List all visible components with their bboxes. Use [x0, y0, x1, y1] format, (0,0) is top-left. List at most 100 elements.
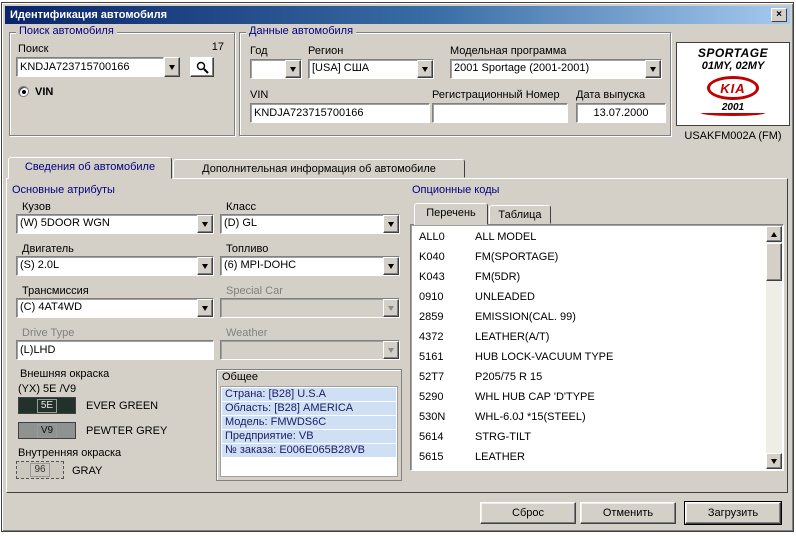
release-date-input[interactable] — [576, 103, 666, 123]
engine-label: Двигатель — [22, 243, 74, 255]
interior-paint-label: Внутренняя окраска — [18, 447, 121, 459]
option-row[interactable]: 52T7P205/75 R 15 — [413, 367, 765, 387]
engine-combobox[interactable]: (S) 2.0L — [16, 256, 214, 276]
class-combobox[interactable]: (D) GL — [220, 214, 400, 234]
cancel-button[interactable]: Отменить — [580, 502, 676, 524]
option-row[interactable]: 5161HUB LOCK-VACUUM TYPE — [413, 347, 765, 367]
chevron-down-icon[interactable] — [383, 257, 399, 275]
region-label: Регион — [308, 45, 343, 57]
general-info-item: Модель: FMWDS6C — [222, 416, 396, 429]
tab-additional-info[interactable]: Дополнительная информация об автомобиле — [173, 159, 465, 178]
reg-number-input[interactable] — [432, 103, 568, 123]
option-rows: ALL0ALL MODEL K040FM(SPORTAGE) K043FM(5D… — [413, 227, 765, 469]
vehicle-data-group-title: Данные автомобиля — [246, 25, 356, 37]
search-history-dropdown-button[interactable] — [164, 57, 180, 77]
chevron-down-icon — [771, 459, 777, 464]
general-info-item: Страна: [B28] U.S.A — [222, 388, 396, 401]
class-label: Класс — [226, 201, 256, 213]
fuel-label: Топливо — [226, 243, 268, 255]
year-combobox[interactable] — [250, 59, 302, 79]
chevron-up-icon — [771, 232, 777, 237]
search-button[interactable] — [190, 57, 214, 77]
scroll-up-button[interactable] — [766, 226, 782, 242]
fuel-combobox[interactable]: (6) MPI-DOHC — [220, 256, 400, 276]
tab-vehicle-info[interactable]: Сведения об автомобиле — [8, 157, 172, 179]
chevron-down-icon[interactable] — [417, 60, 433, 78]
reset-button[interactable]: Сброс — [480, 502, 576, 524]
chevron-down-icon[interactable] — [197, 215, 213, 233]
model-program-combobox[interactable]: 2001 Sportage (2001-2001) — [450, 59, 662, 79]
option-row[interactable]: 4372LEATHER(A/T) — [413, 327, 765, 347]
chevron-down-icon — [383, 299, 399, 317]
drive-type-input[interactable] — [16, 340, 214, 360]
fuel-value: (6) MPI-DOHC — [221, 257, 383, 275]
option-row[interactable]: 5615LEATHER — [413, 447, 765, 467]
badge-caption: USAKFM002A (FM) — [676, 130, 790, 142]
tab-option-table[interactable]: Таблица — [489, 205, 551, 224]
option-row[interactable]: 0910UNLEADED — [413, 287, 765, 307]
model-program-value: 2001 Sportage (2001-2001) — [451, 60, 645, 78]
general-info-title: Общее — [222, 371, 258, 383]
chevron-down-icon — [383, 341, 399, 359]
vehicle-data-group: Данные автомобиля Год Регион [USA] США М… — [239, 32, 671, 136]
scroll-down-button[interactable] — [766, 453, 782, 469]
vin-radio[interactable] — [18, 86, 29, 97]
body-label: Кузов — [22, 201, 51, 213]
search-group: Поиск автомобиля Поиск 17 VIN — [9, 32, 235, 136]
exterior-color-code: 5E — [37, 399, 57, 413]
titlebar[interactable]: Идентификация автомобиля × — [5, 6, 790, 24]
option-row[interactable]: ALL0ALL MODEL — [413, 227, 765, 247]
load-button[interactable]: Загрузить — [685, 502, 781, 524]
scrollbar-thumb[interactable] — [766, 243, 782, 281]
chevron-down-icon[interactable] — [197, 257, 213, 275]
general-info-box: Общее Страна: [B28] U.S.A Область: [B28]… — [216, 369, 402, 481]
weather-label: Weather — [226, 327, 267, 339]
special-car-label: Special Car — [226, 285, 283, 297]
vin-input[interactable] — [250, 103, 430, 123]
search-input[interactable] — [16, 57, 164, 77]
transmission-label: Трансмиссия — [22, 285, 89, 297]
tab-vehicle-info-label: Сведения об автомобиле — [25, 158, 155, 173]
exterior-color-name: EVER GREEN — [86, 400, 158, 412]
attributes-section-label: Основные атрибуты — [12, 184, 115, 196]
engine-value: (S) 2.0L — [17, 257, 197, 275]
exterior-color-name: PEWTER GREY — [86, 425, 167, 437]
chevron-down-icon[interactable] — [383, 215, 399, 233]
chevron-down-icon[interactable] — [285, 60, 301, 78]
model-years: 01MY, 02MY — [677, 60, 789, 72]
year-label: Год — [250, 45, 268, 57]
body-combobox[interactable]: (W) 5DOOR WGN — [16, 214, 214, 234]
transmission-combobox[interactable]: (C) 4AT4WD — [16, 298, 214, 318]
general-info-item: Область: [B28] AMERICA — [222, 402, 396, 415]
interior-color-code: 96 — [30, 463, 49, 477]
option-codes-list[interactable]: ALL0ALL MODEL K040FM(SPORTAGE) K043FM(5D… — [410, 224, 784, 471]
kia-logo: KIA — [707, 76, 759, 100]
option-row[interactable]: 5614STRG-TILT — [413, 427, 765, 447]
exterior-paint-label: Внешняя окраска — [20, 368, 109, 380]
option-row[interactable]: K043FM(5DR) — [413, 267, 765, 287]
option-row[interactable]: 5290WHL HUB CAP 'D'TYPE — [413, 387, 765, 407]
transmission-value: (C) 4AT4WD — [17, 299, 197, 317]
model-program-label: Модельная программа — [450, 45, 566, 57]
exterior-color-swatch: 5E — [18, 397, 76, 414]
vertical-scrollbar[interactable] — [766, 226, 782, 469]
option-codes-label: Опционные коды — [412, 184, 499, 196]
window-title: Идентификация автомобиля — [10, 9, 167, 21]
region-combobox[interactable]: [USA] США — [308, 59, 434, 79]
option-row[interactable]: 2859EMISSION(CAL. 99) — [413, 307, 765, 327]
weather-value — [221, 341, 383, 359]
option-row[interactable]: 5621AIRBAG(D/S) — [413, 467, 765, 469]
search-icon — [196, 61, 209, 74]
region-value: [USA] США — [309, 60, 417, 78]
chevron-down-icon[interactable] — [197, 299, 213, 317]
chevron-down-icon[interactable] — [645, 60, 661, 78]
search-label: Поиск — [18, 43, 48, 55]
reg-number-label: Регистрационный Номер — [432, 89, 560, 101]
chevron-down-icon — [169, 65, 175, 70]
tab-option-list[interactable]: Перечень — [414, 203, 488, 225]
close-button[interactable]: × — [771, 8, 787, 22]
option-row[interactable]: 530NWHL-6.0J *15(STEEL) — [413, 407, 765, 427]
option-row[interactable]: K040FM(SPORTAGE) — [413, 247, 765, 267]
model-name: SPORTAGE — [677, 46, 789, 60]
interior-color-name: GRAY — [72, 465, 102, 477]
